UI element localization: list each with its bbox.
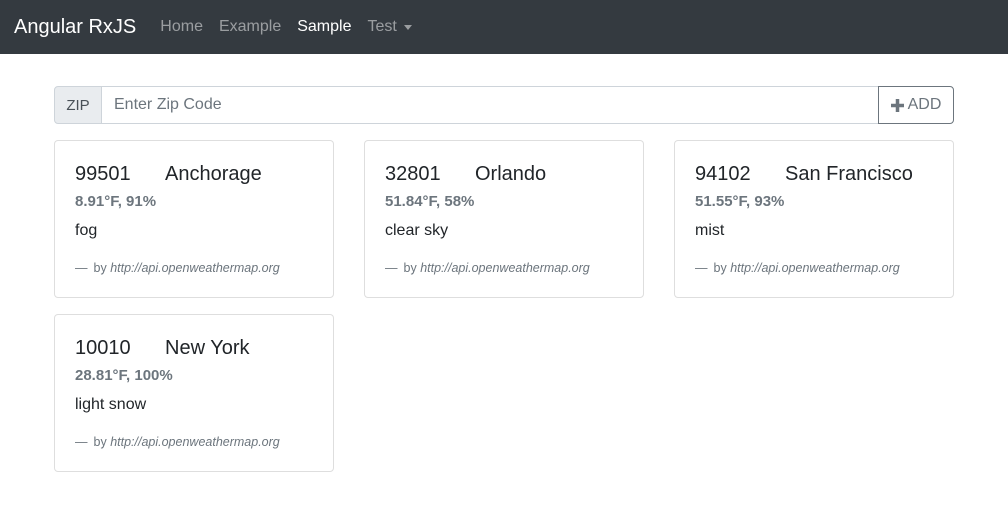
card-conditions: 8.91°F, 91% bbox=[75, 193, 157, 210]
card-description: fog bbox=[75, 222, 98, 239]
weather-card-new-york: 10010 New York 28.81°F, 100% light snow … bbox=[54, 314, 334, 472]
card-conditions: 51.55°F, 93% bbox=[695, 193, 785, 210]
nav-link-home[interactable]: Home bbox=[160, 18, 203, 36]
plus-icon bbox=[890, 98, 904, 112]
card-description: clear sky bbox=[385, 222, 449, 239]
card-source-prefix: by bbox=[93, 261, 107, 275]
weather-card-anchorage: 99501 Anchorage 8.91°F, 91% fog — by http… bbox=[54, 140, 334, 298]
card-description: mist bbox=[695, 222, 725, 239]
card-description: light snow bbox=[75, 396, 147, 413]
card-zip: 32801 bbox=[385, 163, 441, 185]
nav-link-sample[interactable]: Sample bbox=[297, 18, 351, 36]
card-footer: — by http://api.openweathermap.org bbox=[695, 261, 900, 275]
zip-code-input[interactable] bbox=[102, 86, 878, 124]
card-title: 94102 San Francisco bbox=[695, 163, 913, 186]
card-zip: 10010 bbox=[75, 337, 131, 359]
nav-dropdown-test[interactable]: Test bbox=[367, 18, 412, 36]
card-conditions: 28.81°F, 100% bbox=[75, 367, 173, 384]
card-conditions: 51.84°F, 58% bbox=[385, 193, 475, 210]
card-source-prefix: by bbox=[403, 261, 417, 275]
caret-down-icon bbox=[403, 25, 412, 30]
card-source-prefix: by bbox=[713, 261, 727, 275]
nav-link-example[interactable]: Example bbox=[219, 18, 281, 36]
card-title: 99501 Anchorage bbox=[75, 163, 262, 186]
top-navbar: Angular RxJS Home Example Sample Test bbox=[0, 0, 1008, 54]
card-source: http://api.openweathermap.org bbox=[110, 261, 280, 275]
zip-prepend-label: ZIP bbox=[54, 86, 102, 124]
card-city: New York bbox=[165, 337, 250, 359]
card-source-prefix: by bbox=[93, 435, 107, 449]
em-dash: — bbox=[385, 261, 398, 275]
card-footer: — by http://api.openweathermap.org bbox=[75, 261, 280, 275]
add-button-label: ADD bbox=[907, 96, 942, 113]
card-source: http://api.openweathermap.org bbox=[420, 261, 590, 275]
card-city: Orlando bbox=[475, 163, 547, 185]
card-city: San Francisco bbox=[785, 163, 913, 185]
card-title: 32801 Orlando bbox=[385, 163, 546, 186]
card-source: http://api.openweathermap.org bbox=[730, 261, 900, 275]
card-footer: — by http://api.openweathermap.org bbox=[385, 261, 590, 275]
nav-dropdown-test-label: Test bbox=[367, 18, 397, 35]
card-city: Anchorage bbox=[165, 163, 262, 185]
weather-card-san-francisco: 94102 San Francisco 51.55°F, 93% mist — b… bbox=[674, 140, 954, 298]
em-dash: — bbox=[75, 261, 88, 275]
zip-input-group: ZIP ADD bbox=[54, 86, 954, 124]
em-dash: — bbox=[75, 435, 88, 449]
weather-card-orlando: 32801 Orlando 51.84°F, 58% clear sky — by… bbox=[364, 140, 644, 298]
card-footer: — by http://api.openweathermap.org bbox=[75, 435, 280, 449]
card-title: 10010 New York bbox=[75, 337, 250, 360]
add-zip-button[interactable]: ADD bbox=[878, 86, 954, 124]
card-source: http://api.openweathermap.org bbox=[110, 435, 280, 449]
em-dash: — bbox=[695, 261, 708, 275]
card-zip: 99501 bbox=[75, 163, 131, 185]
navbar-brand[interactable]: Angular RxJS bbox=[14, 16, 136, 39]
card-zip: 94102 bbox=[695, 163, 751, 185]
